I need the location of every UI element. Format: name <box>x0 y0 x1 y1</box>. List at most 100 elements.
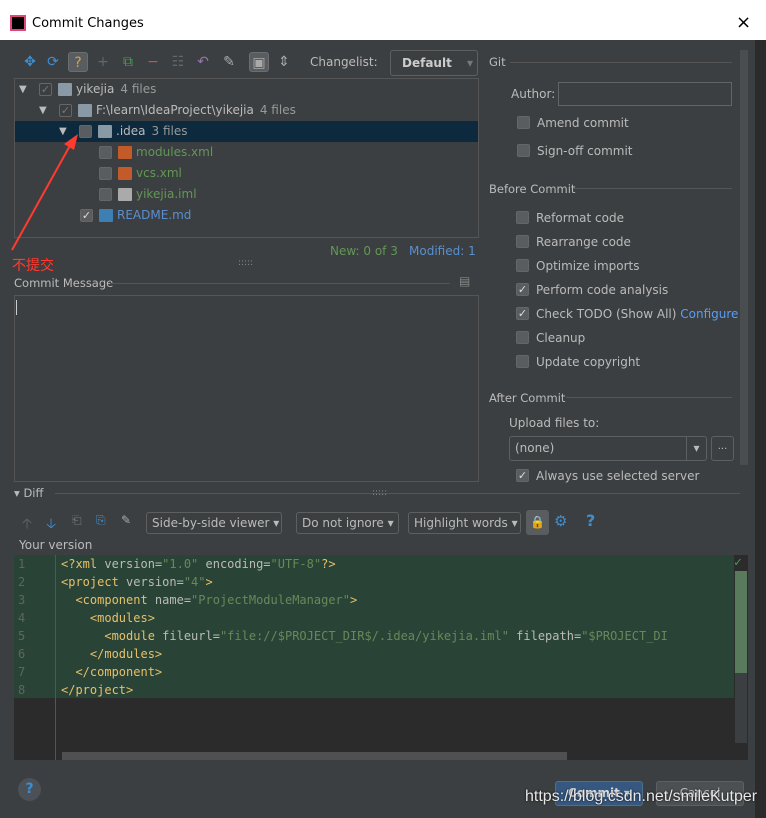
signoff-label: Sign-off commit <box>537 144 633 158</box>
add-icon[interactable]: + <box>93 52 113 72</box>
changelist-label: Changelist: <box>310 55 378 69</box>
upload-label: Upload files to: <box>509 416 600 430</box>
tree-row[interactable]: ▼ ✓ F:\learn\IdeaProject\yikejia 4 files <box>15 100 478 121</box>
option-text: Update copyright <box>536 355 641 369</box>
vertical-scrollbar[interactable] <box>735 571 747 743</box>
code-line: 5 <module fileurl="file://$PROJECT_DIR$/… <box>14 627 754 645</box>
before-commit-title: Before Commit <box>489 182 576 196</box>
code-line: 4 <modules> <box>14 609 754 627</box>
close-button[interactable]: × <box>736 12 751 33</box>
refresh-icon[interactable]: ⟳ <box>43 52 63 72</box>
option-label: Reformat code <box>536 211 624 225</box>
edit-icon[interactable]: ✎ <box>219 52 239 72</box>
text-cursor <box>16 300 17 315</box>
diff-toggle[interactable]: ▾ Diff <box>14 486 43 500</box>
option-label: Update copyright <box>536 355 640 369</box>
annotation-text: 不提交 <box>12 258 54 274</box>
commit-message-label: Commit Message <box>14 276 114 290</box>
diff-section-title: Diff <box>23 486 44 500</box>
options-scrollbar[interactable] <box>740 50 748 465</box>
remove-icon[interactable]: − <box>143 52 163 72</box>
unversioned-icon[interactable]: ? <box>68 52 88 72</box>
highlight-dropdown[interactable]: Highlight words ▾ <box>408 512 521 534</box>
next-file-icon[interactable]: ⎘ <box>96 513 106 528</box>
code-line: 8 </project> <box>14 681 754 699</box>
option-text: Optimize imports <box>536 259 640 273</box>
tree-row[interactable]: ▼ ✓ yikejia 4 files <box>15 79 478 100</box>
line-number: 8 <box>18 683 26 697</box>
history-icon[interactable]: ▤ <box>459 274 470 288</box>
edit-source-icon[interactable]: ✎ <box>121 513 131 527</box>
checkbox[interactable]: ✓ <box>516 307 529 320</box>
move-icon[interactable]: ✥ <box>20 52 40 72</box>
option-text: Perform code analysis <box>536 283 669 297</box>
diff-help-button[interactable]: ? <box>586 511 595 530</box>
horizontal-scrollbar[interactable] <box>62 752 567 760</box>
new-count: New: 0 of 3 <box>330 244 398 258</box>
include-checkbox[interactable]: ✓ <box>39 83 52 96</box>
rollback-icon[interactable]: ↶ <box>193 52 213 72</box>
modified-count: Modified: 1 <box>409 244 476 258</box>
code-token: <component <box>61 593 155 607</box>
code-token: </project> <box>61 683 134 697</box>
configure-link[interactable]: Configure <box>680 307 738 321</box>
include-checkbox[interactable] <box>99 167 112 180</box>
changelist-dropdown[interactable]: Default ▾ <box>390 50 478 76</box>
checkbox[interactable] <box>516 259 529 272</box>
commit-message-input[interactable] <box>14 295 479 482</box>
code-token: "1.0" <box>162 557 199 571</box>
prev-file-icon[interactable]: ⎗ <box>72 513 82 528</box>
chevron-down-icon: ▾ <box>466 56 473 70</box>
line-number: 6 <box>18 647 26 661</box>
include-checkbox[interactable]: ✓ <box>59 104 72 117</box>
background-window <box>755 40 766 818</box>
changelist-value: Default <box>402 56 452 70</box>
code-token: <?xml <box>61 557 105 571</box>
upload-value: (none) <box>515 441 555 455</box>
prev-diff-icon[interactable]: 🡡 <box>22 513 32 537</box>
code-token: fileurl= <box>162 629 220 643</box>
splitter-handle[interactable]: ::::: <box>372 488 387 498</box>
window-title: Commit Changes <box>32 16 144 31</box>
browse-servers-button[interactable]: ... <box>711 436 734 461</box>
directory-icon[interactable]: ▣ <box>249 52 269 72</box>
code-token: "file://$PROJECT_DIR$/.idea/yikejia.iml" <box>219 629 509 643</box>
watermark: https://blog.csdn.net/smileKutper <box>525 788 758 805</box>
diff-editor[interactable]: 1 <?xml version="1.0" encoding="UTF-8"?> 2… <box>14 555 748 760</box>
file-name: vcs.xml <box>136 166 182 180</box>
code-token: > <box>205 575 213 589</box>
help-button[interactable]: ? <box>18 778 41 801</box>
code-line: 6 </modules> <box>14 645 754 663</box>
line-number: 2 <box>18 575 26 589</box>
upload-server-dropdown[interactable]: (none) ▾ <box>509 436 707 461</box>
folder-icon <box>58 83 72 96</box>
expand-arrow-icon[interactable]: ▼ <box>39 100 47 121</box>
diff-icon[interactable]: ⧉ <box>118 52 138 72</box>
code-token: ?> <box>321 557 336 571</box>
expand-icon[interactable]: ⇕ <box>274 52 294 72</box>
checkbox[interactable] <box>516 355 529 368</box>
lock-icon[interactable]: 🔒 <box>526 510 549 535</box>
next-diff-icon[interactable]: 🡣 <box>46 513 56 537</box>
viewer-dropdown[interactable]: Side-by-side viewer ▾ <box>146 512 282 534</box>
option-text: Cleanup <box>536 331 586 345</box>
include-checkbox[interactable] <box>99 188 112 201</box>
option-text: Reformat code <box>536 211 624 225</box>
ignore-dropdown[interactable]: Do not ignore ▾ <box>296 512 399 534</box>
author-input[interactable] <box>558 82 732 106</box>
code-token: "$PROJECT_DI <box>581 629 668 643</box>
splitter-handle[interactable]: ::::: <box>238 258 253 268</box>
group-icon[interactable]: ☷ <box>168 52 188 72</box>
gear-icon[interactable]: ⚙ <box>554 512 567 530</box>
file-icon <box>118 146 132 159</box>
checkbox[interactable] <box>516 211 529 224</box>
checkbox[interactable] <box>516 331 529 344</box>
option-label: Perform code analysis <box>536 283 668 297</box>
file-name: F:\learn\IdeaProject\yikejia <box>96 103 254 117</box>
intellij-logo-icon <box>10 15 26 31</box>
checkbox[interactable] <box>516 235 529 248</box>
include-checkbox[interactable] <box>99 146 112 159</box>
expand-arrow-icon[interactable]: ▼ <box>19 79 27 100</box>
annotation-arrow <box>11 134 78 251</box>
checkbox[interactable]: ✓ <box>516 283 529 296</box>
